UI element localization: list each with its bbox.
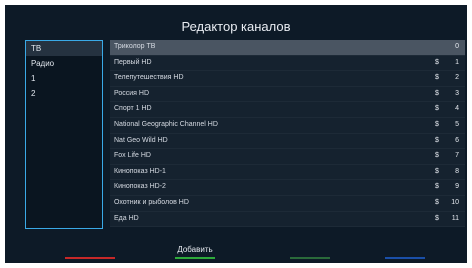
- channel-number: 0: [455, 43, 459, 50]
- channel-row[interactable]: Еда HD $ 11: [110, 212, 465, 227]
- category-item-1[interactable]: 1: [26, 71, 102, 86]
- channel-row[interactable]: Охотник и рыболов HD $ 10: [110, 196, 465, 212]
- channel-name: Fox Life HD: [114, 152, 151, 160]
- add-button[interactable]: Добавить: [175, 245, 215, 259]
- channel-name: Еда HD: [114, 214, 139, 222]
- channel-name: Россия HD: [114, 89, 150, 97]
- category-item-radio[interactable]: Радио: [26, 56, 102, 71]
- category-list: ТВ Радио 1 2: [25, 40, 103, 229]
- channel-number: 11: [451, 214, 459, 222]
- channel-list: Триколор ТВ 0 Первый HD $ 1 Телепутешест…: [110, 40, 465, 227]
- channel-number: 2: [455, 74, 459, 82]
- paid-icon: $: [435, 120, 439, 128]
- paid-icon: $: [435, 214, 439, 222]
- blue-color-bar: [385, 257, 425, 259]
- category-label: 2: [31, 89, 36, 98]
- channel-name: Кинопоказ HD-1: [114, 167, 166, 175]
- channel-number: 9: [455, 183, 459, 191]
- red-button[interactable]: [65, 245, 115, 259]
- function-button-bar: Добавить: [5, 237, 467, 263]
- channel-name: Спорт 1 HD: [114, 105, 152, 113]
- channel-name: Триколор ТВ: [114, 43, 156, 50]
- channel-number: 4: [455, 105, 459, 113]
- category-label: 1: [31, 74, 36, 83]
- channel-number: 10: [451, 198, 459, 206]
- tv-screen: Редактор каналов ТВ Радио 1 2 Триколор Т…: [5, 5, 467, 263]
- page-title: Редактор каналов: [181, 19, 291, 34]
- paid-icon: $: [435, 58, 439, 66]
- channel-row[interactable]: Телепутешествия HD $ 2: [110, 71, 465, 87]
- channel-row[interactable]: Первый HD $ 1: [110, 56, 465, 72]
- paid-icon: $: [435, 152, 439, 160]
- channel-number: 5: [455, 120, 459, 128]
- category-item-2[interactable]: 2: [26, 86, 102, 101]
- channel-number: 6: [455, 136, 459, 144]
- channel-row[interactable]: Триколор ТВ 0: [110, 40, 465, 56]
- paid-icon: $: [435, 89, 439, 97]
- category-item-tv[interactable]: ТВ: [26, 41, 102, 56]
- channel-row[interactable]: Россия HD $ 3: [110, 87, 465, 103]
- paid-icon: $: [435, 198, 439, 206]
- yellow-button[interactable]: [290, 245, 330, 259]
- category-label: Радио: [31, 59, 55, 68]
- paid-icon: $: [435, 167, 439, 175]
- paid-icon: $: [435, 183, 439, 191]
- category-label: ТВ: [31, 44, 42, 53]
- channel-name: Nat Geo Wild HD: [114, 136, 168, 144]
- channel-row[interactable]: Fox Life HD $ 7: [110, 149, 465, 165]
- channel-row[interactable]: National Geographic Channel HD $ 5: [110, 118, 465, 134]
- green-color-bar: [175, 257, 215, 259]
- paid-icon: $: [435, 136, 439, 144]
- channel-name: Охотник и рыболов HD: [114, 198, 189, 206]
- channel-row[interactable]: Nat Geo Wild HD $ 6: [110, 134, 465, 150]
- channel-row[interactable]: Кинопоказ HD-2 $ 9: [110, 180, 465, 196]
- channel-number: 3: [455, 89, 459, 97]
- blue-button[interactable]: [385, 245, 425, 259]
- channel-number: 7: [455, 152, 459, 160]
- yellow-color-bar: [290, 257, 330, 259]
- channel-number: 8: [455, 167, 459, 175]
- channel-name: Телепутешествия HD: [114, 74, 184, 82]
- red-color-bar: [65, 257, 115, 259]
- channel-name: Кинопоказ HD-2: [114, 183, 166, 191]
- paid-icon: $: [435, 74, 439, 82]
- channel-number: 1: [455, 58, 459, 66]
- channel-row[interactable]: Спорт 1 HD $ 4: [110, 102, 465, 118]
- channel-name: National Geographic Channel HD: [114, 120, 218, 128]
- channel-name: Первый HD: [114, 58, 152, 66]
- paid-icon: $: [435, 105, 439, 113]
- add-button-label: Добавить: [177, 245, 213, 254]
- channel-row[interactable]: Кинопоказ HD-1 $ 8: [110, 165, 465, 181]
